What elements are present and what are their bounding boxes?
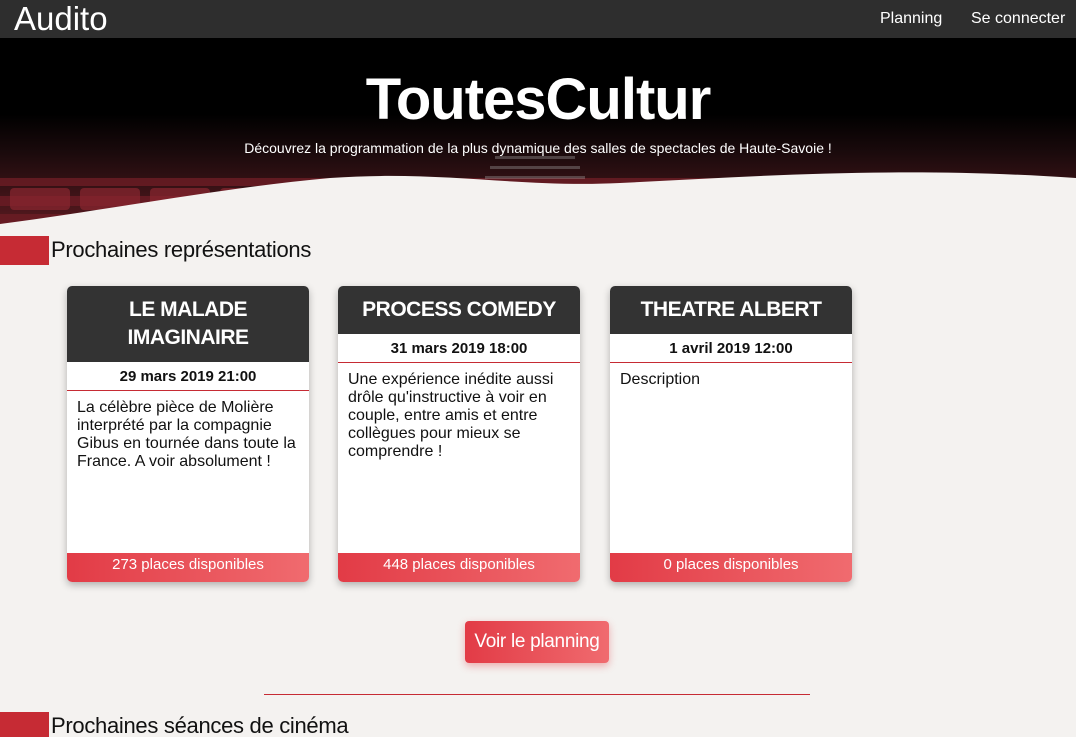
hero-banner: ToutesCultur Découvrez la programmation … [0, 38, 1076, 228]
section-title-cinema: Prochaines séances de cinéma [51, 713, 349, 737]
event-title: THEATRE ALBERT [610, 286, 852, 334]
site-subtitle: Découvrez la programmation de la plus dy… [244, 140, 832, 156]
event-title: LE MALADE IMAGINAIRE [67, 286, 309, 362]
event-date: 1 avril 2019 12:00 [610, 334, 852, 363]
section-divider [264, 694, 810, 695]
event-date: 29 mars 2019 21:00 [67, 362, 309, 391]
section-accent-bar [0, 236, 49, 265]
event-seats-available: 273 places disponibles [67, 553, 309, 582]
event-seats-available: 448 places disponibles [338, 553, 580, 582]
event-title: PROCESS COMEDY [338, 286, 580, 334]
brand-logo[interactable]: Audito [14, 0, 108, 38]
view-planning-button[interactable]: Voir le planning [465, 621, 609, 663]
event-card[interactable]: PROCESS COMEDY 31 mars 2019 18:00 Une ex… [338, 286, 580, 582]
event-description: La célèbre pièce de Molière interprété p… [77, 399, 296, 470]
event-card[interactable]: THEATRE ALBERT 1 avril 2019 12:00 Descri… [610, 286, 852, 582]
event-description: Une expérience inédite aussi drôle qu'in… [348, 371, 554, 460]
event-seats-available: 0 places disponibles [610, 553, 852, 582]
nav-link-login[interactable]: Se connecter [971, 0, 1065, 38]
site-title: ToutesCultur [365, 67, 712, 132]
event-description: Description [620, 371, 701, 388]
event-date: 31 mars 2019 18:00 [338, 334, 580, 363]
section-accent-bar [0, 712, 49, 737]
event-card[interactable]: LE MALADE IMAGINAIRE 29 mars 2019 21:00 … [67, 286, 309, 582]
section-title-shows: Prochaines représentations [51, 237, 312, 262]
nav-link-planning[interactable]: Planning [880, 0, 942, 38]
top-navbar: Audito Planning Se connecter [0, 0, 1076, 38]
